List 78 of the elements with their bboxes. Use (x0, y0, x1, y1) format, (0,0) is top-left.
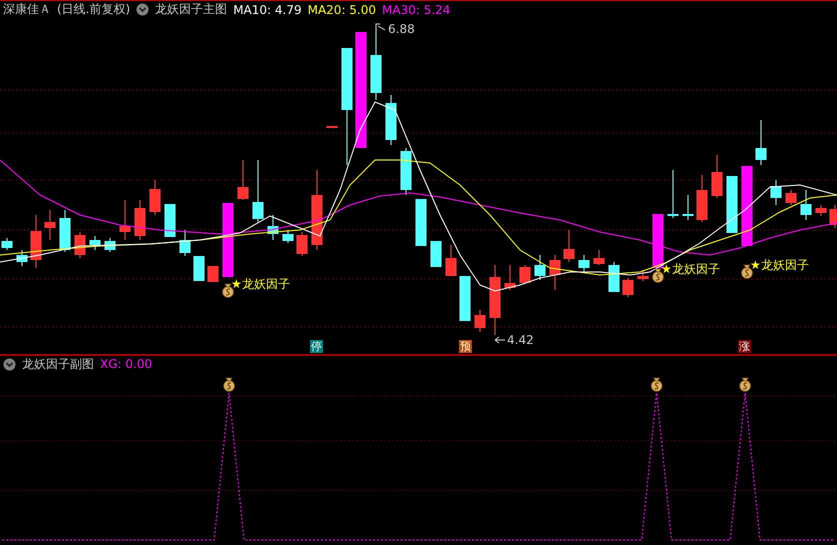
candlestick (30, 214, 42, 268)
candlestick (90, 236, 100, 250)
candlestick (180, 230, 190, 256)
candlestick (756, 120, 766, 166)
candlestick (430, 240, 442, 268)
candlestick (282, 230, 294, 244)
period-label: (日线.前复权) (57, 1, 130, 18)
candlestick (504, 264, 516, 290)
candlestick (446, 244, 456, 276)
moving-average-reading: MA10: 4.79 (233, 2, 302, 16)
leader-line (494, 336, 506, 344)
candlestick (696, 174, 708, 222)
signal-badge: 停 (310, 340, 323, 353)
dropdown-icon[interactable] (136, 3, 150, 16)
candlestick (252, 160, 264, 222)
leader-line (376, 24, 386, 30)
candlestick (726, 176, 738, 234)
candlestick (770, 180, 782, 206)
candlestick (578, 254, 590, 272)
candlestick (74, 232, 86, 258)
candlestick (638, 270, 648, 282)
candlestick (296, 232, 308, 256)
candlestick (668, 170, 678, 218)
candlestick (816, 204, 826, 216)
moving-average-reading: MA30: 5.24 (382, 2, 450, 16)
stock-name: 深康佳Ａ (3, 1, 51, 18)
candlestick (2, 238, 12, 250)
signal-label: ★龙妖因子 (750, 258, 809, 272)
candlestick (520, 264, 530, 284)
candlestick (120, 200, 130, 240)
candlestick (652, 214, 664, 268)
candlestick (786, 190, 796, 206)
dropdown-icon[interactable] (3, 358, 16, 371)
low-price-label: 4.42 (507, 333, 534, 347)
high-price-label: 6.88 (388, 22, 415, 36)
candlestick (534, 254, 546, 280)
candlestick (608, 262, 620, 292)
candlestick (386, 94, 396, 146)
signal-badge: 预 (459, 340, 472, 353)
money-bag-icon (222, 284, 234, 298)
candlestick (370, 30, 382, 100)
candlestick (682, 194, 694, 220)
candlestick (460, 276, 470, 322)
candlestick (712, 154, 722, 198)
candlestick (564, 230, 574, 262)
candlestick (490, 264, 500, 336)
indicator-title: 龙妖因子主图 (155, 1, 228, 18)
signal-badge: 涨 (738, 340, 751, 353)
candlestick (268, 214, 278, 240)
candlestick (164, 204, 176, 238)
sub-indicator-title: 龙妖因子副图 (22, 356, 94, 373)
candlestick (594, 250, 604, 266)
signal-label: ★龙妖因子 (231, 277, 290, 291)
xg-reading: XG: 0.00 (100, 357, 152, 372)
money-bag-icon (741, 264, 753, 279)
candlestick (550, 254, 560, 290)
candlestick (104, 238, 116, 252)
candlestick (44, 210, 56, 240)
candlestick (194, 256, 204, 282)
candlestick (326, 126, 338, 128)
moving-average-reading: MA20: 5.00 (308, 2, 376, 16)
money-bag-icon (223, 378, 235, 392)
money-bag-icon (652, 268, 664, 283)
candlestick (830, 204, 837, 228)
candlestick (238, 160, 248, 200)
candlestick (416, 198, 426, 246)
signal-label: ★龙妖因子 (661, 262, 720, 276)
candlestick (622, 278, 634, 298)
money-bag-icon (739, 378, 751, 392)
candlestick (60, 210, 70, 252)
candlestick (800, 190, 812, 220)
candlestick (474, 310, 486, 332)
candlestick (400, 148, 412, 196)
candlestick (134, 200, 146, 240)
candlestick (150, 180, 160, 216)
candlestick (16, 250, 28, 266)
candlestick (208, 266, 218, 282)
money-bag-icon (650, 378, 662, 392)
